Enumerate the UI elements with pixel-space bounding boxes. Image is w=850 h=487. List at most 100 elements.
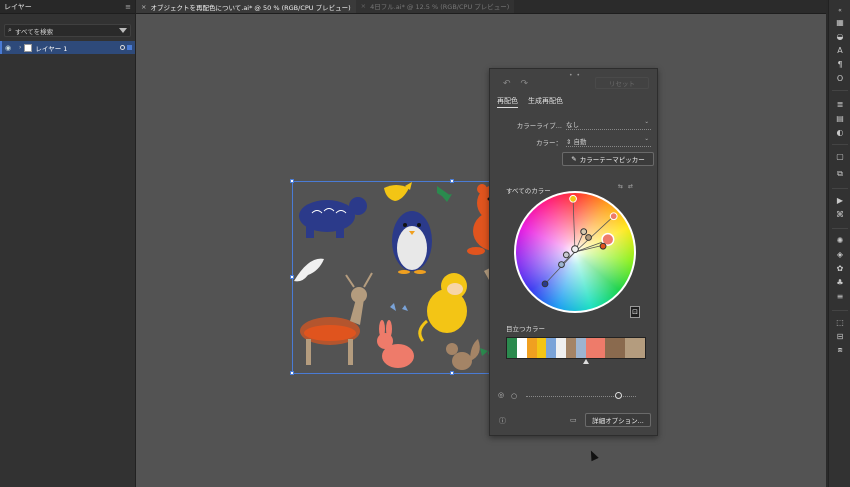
resize-handle[interactable] [450, 371, 454, 375]
color-swatch[interactable] [556, 338, 567, 358]
collapse-panels-icon[interactable]: « [834, 4, 846, 16]
color-swatch[interactable] [595, 338, 606, 358]
recolor-artwork-panel: • • ↶ ↷ リセット 再配色 生成再配色 カラーライブ... なし ⌄ カラ… [489, 68, 658, 436]
actions-icon[interactable]: ▶ [834, 194, 846, 206]
slider-knob[interactable] [615, 392, 622, 399]
color-theme-picker-button[interactable]: ✎ カラーテーマピッカー [562, 152, 654, 166]
color-swatch[interactable] [625, 338, 635, 358]
color-wheel[interactable] [514, 191, 636, 313]
toolbar-separator [832, 310, 848, 311]
brushes-icon[interactable]: ✺ [834, 234, 846, 246]
layer-name[interactable]: レイヤー 1 [35, 43, 120, 53]
swatch-pointer-icon[interactable] [582, 359, 589, 364]
artboards-icon[interactable]: ⧉ [834, 168, 846, 180]
save-folder-icon[interactable]: ▭ [570, 416, 577, 424]
saturation-slider-row: ◎ ○ [498, 391, 651, 401]
resize-handle[interactable] [290, 179, 294, 183]
small-circle-icon[interactable]: ○ [511, 392, 517, 400]
tab-recolor[interactable]: 再配色 [497, 96, 518, 108]
redo-icon[interactable]: ↷ [521, 79, 529, 89]
chevron-down-icon: ⌄ [644, 136, 649, 142]
color-handle [580, 228, 588, 236]
resize-handle[interactable] [450, 179, 454, 183]
color-swatch[interactable] [546, 338, 557, 358]
unlink-harmony-icon[interactable]: ⇄ [628, 183, 633, 190]
document-tab-inactive[interactable]: × 4日フル.ai* @ 12.5 % (RGB/CPU プレビュー) [355, 0, 515, 13]
panel-menu-icon[interactable]: ≡ [125, 3, 131, 11]
opentype-icon[interactable]: O [834, 72, 846, 84]
link-harmony-icon[interactable]: ⇆ [618, 183, 623, 190]
color-swatch[interactable] [605, 338, 616, 358]
panel-grip[interactable]: • • [569, 72, 581, 79]
toolbar-separator [832, 228, 848, 229]
layers-tab[interactable]: レイヤー [4, 2, 32, 12]
symbols-icon[interactable]: ✿ [834, 262, 846, 274]
color-wheel-handles[interactable] [516, 193, 634, 311]
toolbar-separator [832, 188, 848, 189]
filter-icon[interactable] [119, 28, 127, 33]
libraries-icon[interactable]: ◒ [834, 30, 846, 42]
prominent-colors-strip[interactable] [506, 337, 646, 359]
club-icon[interactable]: ♣ [834, 276, 846, 288]
color-handle [571, 245, 579, 253]
color-swatch[interactable] [585, 338, 596, 358]
eye-icon[interactable]: ◉ [5, 44, 15, 52]
layers-tab-bar: レイヤー ≡ [0, 0, 135, 14]
target-circle-icon[interactable] [120, 45, 125, 50]
links-icon[interactable]: ⌘ [834, 208, 846, 220]
color-settings-icon[interactable]: ◎ [498, 391, 504, 399]
search-input[interactable]: すべてを検索 [15, 26, 113, 36]
advanced-options-button[interactable]: 詳細オプション... [585, 413, 651, 427]
paragraph-icon[interactable]: ¶ [834, 58, 846, 70]
color-handle [558, 261, 565, 268]
eyedropper-icon: ✎ [571, 155, 577, 163]
layer-row[interactable]: ◉ › レイヤー 1 [0, 41, 135, 54]
comments-icon[interactable]: ▢ [834, 150, 846, 162]
color-swatch[interactable] [516, 338, 527, 358]
document-tab-active[interactable]: × オブジェクトを再配色について.ai* @ 50 % (RGB/CPU プレビ… [136, 0, 356, 13]
colors-value-text: 自動 [573, 138, 587, 146]
color-swatch[interactable] [507, 338, 517, 358]
lock-icon[interactable]: ⊡ [630, 306, 640, 318]
resize-handle[interactable] [290, 275, 294, 279]
color-swatch[interactable] [536, 338, 547, 358]
layers-icon[interactable]: ≣ [834, 98, 846, 110]
tab-generative-recolor[interactable]: 生成再配色 [528, 96, 563, 108]
stepper-icon[interactable]: ⇕ [566, 138, 574, 146]
resize-handle[interactable] [290, 371, 294, 375]
appearance-icon[interactable]: ▤ [834, 112, 846, 124]
color-handle [541, 280, 549, 288]
color-handle [585, 234, 592, 241]
info-icon[interactable]: ⓘ [499, 416, 506, 426]
selection-square-icon[interactable] [127, 45, 132, 50]
color-library-dropdown[interactable]: なし ⌄ [566, 119, 651, 130]
color-library-row[interactable]: カラーライブ... なし ⌄ [508, 119, 651, 130]
color-icon[interactable]: ◐ [834, 126, 846, 138]
colors-dropdown[interactable]: ⇕ 自動 ⌄ [566, 136, 651, 147]
layers-search-field[interactable]: ⌕ すべてを検索 [4, 24, 131, 37]
character-icon[interactable]: A [834, 44, 846, 56]
canvas[interactable] [137, 15, 826, 487]
reset-button[interactable]: リセット [595, 77, 649, 89]
swatches-panel-icon[interactable]: ▦ [834, 16, 846, 28]
colors-label: カラー： [536, 138, 562, 147]
graphic-styles-icon[interactable]: ◈ [834, 248, 846, 260]
color-swatch[interactable] [634, 338, 645, 358]
color-swatch[interactable] [615, 338, 626, 358]
layer-thumbnail [24, 43, 33, 52]
align-icon[interactable]: ⊟ [834, 330, 846, 342]
chevron-right-icon[interactable]: › [19, 44, 21, 51]
stroke-icon[interactable]: ≡ [834, 290, 846, 302]
color-swatch[interactable] [575, 338, 586, 358]
undo-icon[interactable]: ↶ [503, 79, 511, 89]
toolbar-separator [832, 144, 848, 145]
undo-redo-group: ↶ ↷ [503, 79, 528, 89]
transform-icon[interactable]: ⬚ [834, 316, 846, 328]
layers-panel: レイヤー ≡ ⌕ すべてを検索 ◉ › レイヤー 1 [0, 0, 136, 487]
color-swatch[interactable] [566, 338, 576, 358]
close-icon[interactable]: × [141, 3, 146, 11]
close-icon[interactable]: × [361, 2, 366, 10]
pathfinder-icon[interactable]: ⧈ [834, 344, 846, 356]
color-swatch[interactable] [526, 338, 537, 358]
colors-count-row[interactable]: カラー： ⇕ 自動 ⌄ [508, 136, 651, 147]
